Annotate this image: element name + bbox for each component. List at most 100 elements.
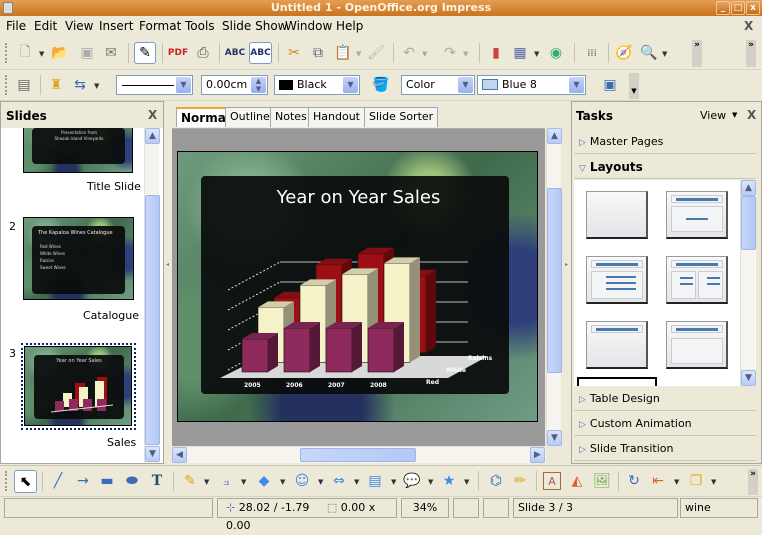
tab-slide-sorter[interactable]: Slide Sorter <box>364 107 439 127</box>
menu-file[interactable]: File <box>6 19 26 33</box>
chevron-down-icon[interactable]: ▼ <box>280 478 285 486</box>
zoom-icon[interactable]: 🔍 <box>639 43 659 63</box>
copy-icon[interactable]: ⧉ <box>308 43 328 63</box>
scroll-up-button[interactable]: ▲ <box>547 128 562 144</box>
print-icon[interactable]: ⎙ <box>193 43 213 63</box>
close-pane-icon[interactable]: X <box>747 108 756 122</box>
arrange-icon[interactable]: ❐ <box>686 471 706 491</box>
from-file-icon[interactable]: ◭ <box>567 471 587 491</box>
scrollbar-thumb[interactable] <box>547 188 562 373</box>
redo-icon[interactable]: ↷ <box>440 43 460 63</box>
flowchart-icon[interactable]: ▤ <box>365 471 385 491</box>
toolbar-grip[interactable] <box>5 471 7 491</box>
chevron-down-icon[interactable]: ▼ <box>732 111 737 119</box>
stars-icon[interactable]: ★ <box>439 471 459 491</box>
alignment-icon[interactable]: ⇤ <box>648 471 668 491</box>
callouts-icon[interactable]: 💬 <box>402 471 422 491</box>
scrollbar-thumb[interactable] <box>741 196 756 250</box>
fontwork-icon[interactable]: A <box>543 472 561 490</box>
task-master-pages[interactable]: ▷ Master Pages <box>574 130 756 154</box>
show-draw-functions-icon[interactable]: ◉ <box>546 43 566 63</box>
chevron-down-icon[interactable]: ▼ <box>464 478 469 486</box>
chevron-down-icon[interactable]: ▼ <box>463 50 468 58</box>
gallery-icon[interactable]: 🖼 <box>592 471 612 491</box>
spellcheck-icon[interactable]: ABC <box>225 43 245 63</box>
new-document-icon[interactable]: 🗋 <box>15 43 35 63</box>
chevron-down-icon[interactable]: ▼ <box>391 478 396 486</box>
table-icon[interactable]: ▦ <box>510 43 530 63</box>
layout-title-2-content[interactable] <box>577 377 657 386</box>
toolbar-overflow-button[interactable]: ▼ <box>629 73 639 99</box>
text-icon[interactable]: T <box>147 471 167 491</box>
toolbar-overflow-button[interactable]: » <box>692 40 702 67</box>
scroll-up-button[interactable]: ▲ <box>741 180 756 196</box>
menu-slide-show[interactable]: Slide Show <box>222 19 287 33</box>
tasks-view-menu[interactable]: View <box>700 109 726 122</box>
task-slide-transition[interactable]: ▷ Slide Transition <box>574 437 756 461</box>
chevron-down-icon[interactable]: ▼ <box>458 77 473 93</box>
layout-blank-slide[interactable] <box>586 191 648 239</box>
chevron-down-icon[interactable]: ▼ <box>674 478 679 486</box>
chevron-down-icon[interactable]: ▼ <box>422 50 427 58</box>
toggle-extrusion-icon[interactable]: ↻ <box>624 471 644 491</box>
scrollbar-thumb[interactable] <box>300 448 416 462</box>
points-icon[interactable]: ⌬ <box>486 471 506 491</box>
slides-pane-scrollbar[interactable]: ▲ ▼ <box>144 128 160 463</box>
chevron-down-icon[interactable]: ▼ <box>343 77 358 93</box>
tab-outline[interactable]: Outline <box>225 107 275 127</box>
area-style-icon[interactable]: ▤ <box>14 75 34 95</box>
task-layouts[interactable]: ▽ Layouts <box>574 155 756 179</box>
menu-insert[interactable]: Insert <box>99 19 133 33</box>
tab-notes[interactable]: Notes <box>270 107 312 127</box>
open-folder-icon[interactable]: 📂 <box>50 43 70 63</box>
chevron-down-icon[interactable]: ▼ <box>241 478 246 486</box>
line-style-select[interactable]: ▼ <box>116 75 193 95</box>
curve-icon[interactable]: ✎ <box>180 471 200 491</box>
toolbar-overflow-button-2[interactable]: » <box>746 40 756 67</box>
chevron-down-icon[interactable]: ▼ <box>711 478 716 486</box>
layout-title-content[interactable] <box>666 191 728 239</box>
autospellcheck-icon[interactable]: ABC <box>249 42 272 64</box>
layout-title-2-columns[interactable] <box>666 256 728 304</box>
slide-title[interactable]: Year on Year Sales <box>178 187 539 208</box>
line-icon[interactable]: ♜ <box>46 75 66 95</box>
export-pdf-icon[interactable]: PDF <box>168 43 188 63</box>
status-zoom[interactable]: 34% <box>401 498 449 518</box>
layout-title-only[interactable] <box>586 321 648 369</box>
ellipse-icon[interactable]: ⬬ <box>122 471 142 491</box>
paint-bucket-icon[interactable]: 🪣 <box>371 75 391 95</box>
line-width-input[interactable]: 0.00cm ▲ ▼ <box>201 75 268 95</box>
edit-horizontal-scrollbar[interactable]: ◀ ▶ <box>172 446 546 463</box>
cut-icon[interactable]: ✂ <box>284 43 304 63</box>
arrow-style-icon[interactable]: ⇆ <box>70 75 90 95</box>
chevron-down-icon[interactable]: ▼ <box>204 478 209 486</box>
toolbar-grip[interactable] <box>5 43 7 63</box>
block-arrows-icon[interactable]: ⇔ <box>329 471 349 491</box>
close-document-icon[interactable]: X <box>744 19 753 33</box>
close-pane-icon[interactable]: X <box>148 108 157 122</box>
chevron-down-icon[interactable]: ▼ <box>356 50 361 58</box>
layouts-scrollbar[interactable]: ▲ ▼ <box>740 180 756 386</box>
chevron-down-icon[interactable]: ▼ <box>662 50 667 58</box>
edit-file-icon[interactable]: ✎ <box>134 42 156 64</box>
task-table-design[interactable]: ▷ Table Design <box>574 387 756 411</box>
task-custom-animation[interactable]: ▷ Custom Animation <box>574 412 756 436</box>
edit-vertical-scrollbar[interactable]: ▲ ▼ <box>546 128 562 446</box>
menu-window[interactable]: Window <box>285 19 332 33</box>
menu-format[interactable]: Format <box>139 19 181 33</box>
slide-thumbnail-3-selected[interactable]: Year on Year Sales <box>21 343 136 430</box>
close-window-button[interactable]: x <box>746 1 760 15</box>
chevron-down-icon[interactable]: ▼ <box>354 478 359 486</box>
save-icon[interactable]: ▣ <box>77 43 97 63</box>
layout-title-text[interactable] <box>586 256 648 304</box>
navigator-icon[interactable]: 🧭 <box>614 43 634 63</box>
shadow-icon[interactable]: ▣ <box>600 75 620 95</box>
slide-thumbnail-2[interactable]: The Kapaloa Wines Catalogue Red Wines Wh… <box>23 217 134 300</box>
scroll-down-button[interactable]: ▼ <box>741 370 756 386</box>
chevron-down-icon[interactable]: ▼ <box>428 478 433 486</box>
menu-help[interactable]: Help <box>336 19 363 33</box>
clone-formatting-icon[interactable]: 🖌 <box>366 43 386 63</box>
undo-icon[interactable]: ↶ <box>399 43 419 63</box>
slide-3-editor[interactable]: Year on Year Sales 2005 2006 2007 2008 Red Wh… <box>177 151 538 422</box>
toolbar-overflow-button[interactable]: » <box>748 469 758 495</box>
